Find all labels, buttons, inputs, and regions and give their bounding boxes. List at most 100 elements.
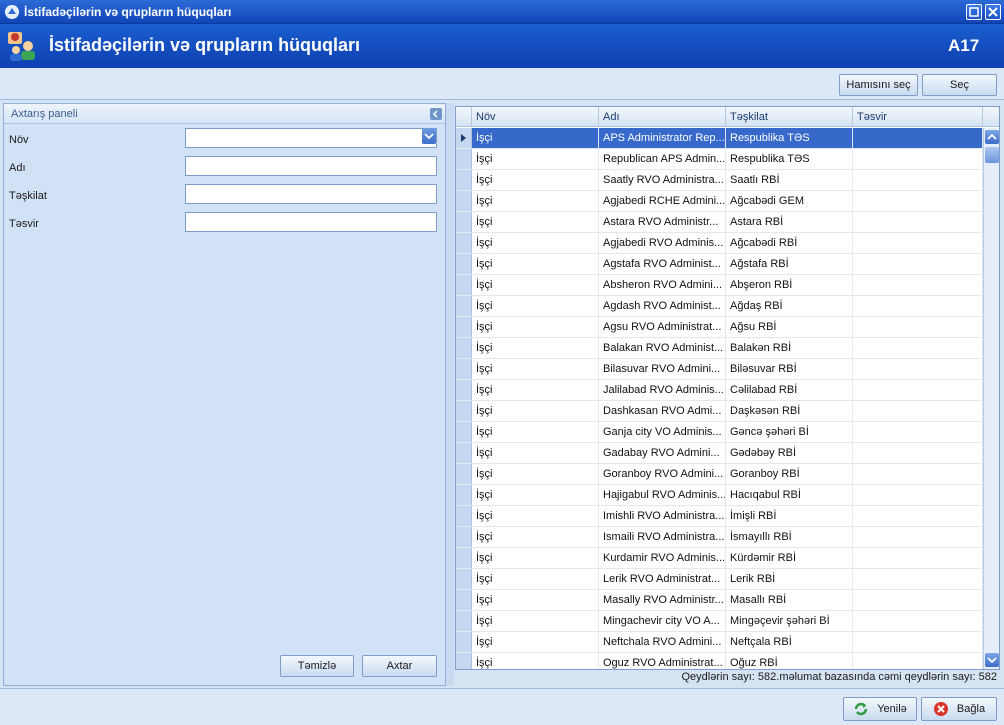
table-cell[interactable]: APS Administrator Rep...: [599, 128, 726, 148]
table-cell[interactable]: [853, 212, 983, 232]
table-cell[interactable]: [853, 632, 983, 652]
row-indicator[interactable]: [456, 422, 472, 442]
table-row[interactable]: İşçi Astara RVO Administr... Astara RBİ: [456, 212, 983, 233]
table-row[interactable]: İşçi Mingachevir city VO A... Mingəçevir ş…: [456, 611, 983, 632]
table-cell[interactable]: İşçi: [472, 485, 599, 505]
organization-input[interactable]: [185, 184, 437, 204]
table-cell[interactable]: [853, 296, 983, 316]
row-indicator[interactable]: [456, 212, 472, 232]
table-cell[interactable]: [853, 233, 983, 253]
table-cell[interactable]: İşçi: [472, 254, 599, 274]
table-cell[interactable]: Masallı RBİ: [726, 590, 853, 610]
search-button[interactable]: Axtar: [362, 655, 437, 677]
table-cell[interactable]: Mingəçevir şəhəri Bİ: [726, 611, 853, 631]
table-row[interactable]: İşçi Agdash RVO Administ... Ağdaş RBİ: [456, 296, 983, 317]
table-cell[interactable]: [853, 653, 983, 669]
table-cell[interactable]: [853, 275, 983, 295]
table-cell[interactable]: Bilasuvar RVO Admini...: [599, 359, 726, 379]
table-row[interactable]: İşçi Agjabedi RVO Adminis... Ağcabədi RBİ: [456, 233, 983, 254]
table-cell[interactable]: [853, 149, 983, 169]
table-cell[interactable]: Gədəbəy RBİ: [726, 443, 853, 463]
table-cell[interactable]: Abşeron RBİ: [726, 275, 853, 295]
row-indicator[interactable]: [456, 632, 472, 652]
table-cell[interactable]: [853, 170, 983, 190]
table-cell[interactable]: Oguz RVO Administrat...: [599, 653, 726, 669]
table-cell[interactable]: [853, 611, 983, 631]
close-window-button[interactable]: [985, 4, 1001, 20]
table-row[interactable]: İşçi Republican APS Admin... Respublika TƏ…: [456, 149, 983, 170]
table-cell[interactable]: İşçi: [472, 149, 599, 169]
table-cell[interactable]: [853, 380, 983, 400]
type-dropdown-button[interactable]: [422, 128, 436, 144]
table-cell[interactable]: [853, 338, 983, 358]
table-cell[interactable]: Kurdamir RVO Adminis...: [599, 548, 726, 568]
refresh-button[interactable]: Yenilə: [843, 697, 917, 721]
row-indicator[interactable]: [456, 569, 472, 589]
table-cell[interactable]: [853, 548, 983, 568]
table-cell[interactable]: Gəncə şəhəri Bİ: [726, 422, 853, 442]
row-indicator[interactable]: [456, 128, 472, 148]
table-cell[interactable]: Republican APS Admin...: [599, 149, 726, 169]
table-row[interactable]: İşçi Agsu RVO Administrat... Ağsu RBİ: [456, 317, 983, 338]
table-cell[interactable]: İşçi: [472, 611, 599, 631]
table-cell[interactable]: Ağsu RBİ: [726, 317, 853, 337]
table-cell[interactable]: İşçi: [472, 632, 599, 652]
select-button[interactable]: Seç: [922, 74, 997, 96]
table-cell[interactable]: Agjabedi RVO Adminis...: [599, 233, 726, 253]
table-cell[interactable]: Jalilabad RVO Adminis...: [599, 380, 726, 400]
table-cell[interactable]: İşçi: [472, 422, 599, 442]
description-input[interactable]: [185, 212, 437, 232]
column-header-name[interactable]: Adı: [599, 107, 726, 127]
table-cell[interactable]: Saatly RVO Administra...: [599, 170, 726, 190]
table-cell[interactable]: İşçi: [472, 464, 599, 484]
row-indicator[interactable]: [456, 191, 472, 211]
clear-button[interactable]: Təmizlə: [280, 655, 354, 677]
row-indicator[interactable]: [456, 464, 472, 484]
row-indicator[interactable]: [456, 254, 472, 274]
collapse-panel-button[interactable]: [430, 108, 442, 120]
table-cell[interactable]: İşçi: [472, 212, 599, 232]
table-cell[interactable]: [853, 464, 983, 484]
row-indicator[interactable]: [456, 611, 472, 631]
column-header-type[interactable]: Növ: [472, 107, 599, 127]
table-cell[interactable]: [853, 506, 983, 526]
table-cell[interactable]: [853, 443, 983, 463]
table-row[interactable]: İşçi Gadabay RVO Admini... Gədəbəy RBİ: [456, 443, 983, 464]
table-row[interactable]: İşçi Jalilabad RVO Adminis... Cəlilabad RB…: [456, 380, 983, 401]
table-cell[interactable]: İşçi: [472, 443, 599, 463]
table-cell[interactable]: İşçi: [472, 653, 599, 669]
table-cell[interactable]: İşçi: [472, 527, 599, 547]
table-cell[interactable]: Agsu RVO Administrat...: [599, 317, 726, 337]
table-cell[interactable]: Daşkəsən RBİ: [726, 401, 853, 421]
row-indicator[interactable]: [456, 317, 472, 337]
table-cell[interactable]: Agstafa RVO Administ...: [599, 254, 726, 274]
table-cell[interactable]: Cəlilabad RBİ: [726, 380, 853, 400]
row-indicator[interactable]: [456, 380, 472, 400]
table-cell[interactable]: Hajigabul RVO Adminis...: [599, 485, 726, 505]
table-cell[interactable]: İşçi: [472, 506, 599, 526]
table-cell[interactable]: İşçi: [472, 569, 599, 589]
table-cell[interactable]: Hacıqabul RBİ: [726, 485, 853, 505]
table-cell[interactable]: İşçi: [472, 191, 599, 211]
table-row[interactable]: İşçi Hajigabul RVO Adminis... Hacıqabul RB…: [456, 485, 983, 506]
column-header-organization[interactable]: Təşkilat: [726, 107, 853, 127]
table-cell[interactable]: Ağcabədi RBİ: [726, 233, 853, 253]
row-indicator[interactable]: [456, 338, 472, 358]
table-cell[interactable]: Dashkasan RVO Admi...: [599, 401, 726, 421]
table-row[interactable]: İşçi Lerik RVO Administrat... Lerik RBİ: [456, 569, 983, 590]
table-row[interactable]: İşçi Oguz RVO Administrat... Oğuz RBİ: [456, 653, 983, 669]
row-indicator[interactable]: [456, 443, 472, 463]
table-cell[interactable]: İşçi: [472, 275, 599, 295]
table-cell[interactable]: [853, 191, 983, 211]
row-indicator[interactable]: [456, 401, 472, 421]
table-row[interactable]: İşçi Dashkasan RVO Admi... Daşkəsən RBİ: [456, 401, 983, 422]
table-cell[interactable]: Astara RBİ: [726, 212, 853, 232]
table-cell[interactable]: İşçi: [472, 359, 599, 379]
table-cell[interactable]: Respublika TƏS: [726, 149, 853, 169]
row-indicator[interactable]: [456, 170, 472, 190]
table-cell[interactable]: [853, 527, 983, 547]
scroll-up-button[interactable]: [985, 130, 999, 144]
table-cell[interactable]: [853, 569, 983, 589]
row-indicator[interactable]: [456, 275, 472, 295]
table-cell[interactable]: İşçi: [472, 590, 599, 610]
